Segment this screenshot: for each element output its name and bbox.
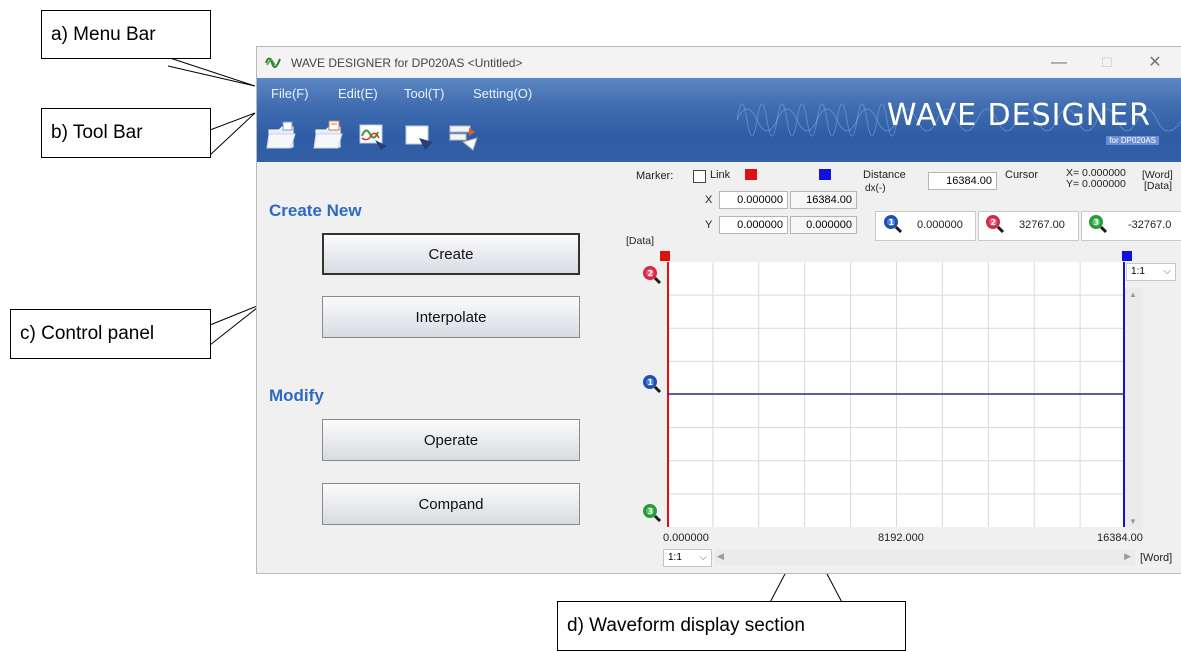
callout-waveform-text: d) Waveform display section: [567, 615, 805, 636]
modify-heading: Modify: [269, 386, 324, 405]
svg-text:2: 2: [648, 269, 654, 278]
create-new-heading: Create New: [269, 201, 362, 220]
svg-text:1: 1: [889, 218, 895, 227]
marker1-value: 0.000000: [917, 219, 963, 231]
scroll-right-icon[interactable]: ▶: [1124, 551, 1131, 562]
svg-text:3: 3: [1094, 218, 1100, 227]
y-row-label: Y: [705, 219, 713, 231]
app-icon: [265, 57, 281, 69]
maximize-button[interactable]: ☐: [1087, 51, 1127, 75]
link-checkbox[interactable]: [693, 170, 706, 183]
compand-button[interactable]: Compand: [322, 483, 580, 525]
x-blue-value[interactable]: 16384.00: [790, 191, 857, 209]
open-file-icon[interactable]: [312, 120, 346, 152]
app-logo-subtitle: for DP020AS: [1106, 136, 1159, 145]
x-axis-min: 0.000000: [663, 532, 709, 544]
export-icon[interactable]: [403, 120, 437, 152]
blue-marker-handle[interactable]: [1122, 251, 1132, 261]
x-axis-max: 16384.00: [1097, 532, 1143, 544]
vertical-scrollbar[interactable]: ▲ ▼: [1125, 288, 1143, 530]
callout-menu-bar-text: a) Menu Bar: [51, 23, 156, 45]
distance-label: Distance: [863, 169, 906, 181]
svg-text:2: 2: [991, 218, 997, 227]
scroll-left-icon[interactable]: ◀: [717, 551, 724, 562]
distance-value: 16384.00: [928, 172, 997, 190]
menu-setting[interactable]: Setting(O): [473, 86, 532, 101]
y-zoom-value: 1:1: [1131, 266, 1145, 277]
callout-waveform-section: d) Waveform display section: [557, 601, 906, 651]
y-blue-value[interactable]: 0.000000: [790, 216, 857, 234]
create-button[interactable]: Create: [322, 233, 580, 275]
marker3-value: -32767.0: [1128, 219, 1172, 231]
waveform-plot[interactable]: [667, 262, 1126, 527]
red-magnifier-2-marker-icon[interactable]: 2: [640, 264, 662, 286]
menu-file[interactable]: File(F): [271, 86, 309, 101]
minimize-button[interactable]: —: [1039, 51, 1079, 75]
menu-and-toolbar-banner: File(F) Edit(E) Tool(T) Setting(O) WAVE …: [257, 78, 1181, 162]
svg-text:3: 3: [648, 507, 654, 516]
x-row-label: X: [705, 194, 713, 206]
marker2-value: 32767.00: [1019, 219, 1065, 231]
blue-marker-swatch[interactable]: [819, 169, 831, 180]
scroll-down-icon[interactable]: ▼: [1129, 517, 1137, 526]
window-title: WAVE DESIGNER for DP020AS <Untitled>: [291, 56, 523, 70]
y-zoom-select[interactable]: 1:1 ⌵: [1126, 263, 1176, 281]
dx-label: dx(-): [865, 183, 886, 194]
callout-menu-bar: a) Menu Bar: [41, 10, 211, 59]
callout-tool-bar: b) Tool Bar: [41, 108, 211, 158]
title-bar: WAVE DESIGNER for DP020AS <Untitled> — ☐…: [257, 47, 1181, 78]
scroll-up-icon[interactable]: ▲: [1129, 290, 1137, 299]
green-magnifier-3-marker-icon[interactable]: 3: [640, 502, 662, 524]
svg-text:1: 1: [648, 378, 654, 387]
red-marker-swatch[interactable]: [745, 169, 757, 180]
app-logo: WAVE DESIGNER: [886, 98, 1151, 133]
x-axis-mid: 8192.000: [878, 532, 924, 544]
waveform-edit-icon[interactable]: [357, 120, 391, 152]
callout-control-panel-text: c) Control panel: [20, 323, 155, 344]
operate-button[interactable]: Operate: [322, 419, 580, 461]
blue-magnifier-1-marker-icon[interactable]: 1: [640, 373, 662, 395]
cursor-y: Y= 0.000000: [1066, 178, 1126, 190]
red-magnifier-2-icon[interactable]: 2: [983, 213, 1005, 235]
x-red-value[interactable]: 0.000000: [719, 191, 788, 209]
cursor-y-unit: [Data]: [1144, 180, 1173, 192]
y-axis-unit: [Data]: [626, 235, 655, 247]
red-marker-handle[interactable]: [660, 251, 670, 261]
close-button[interactable]: ✕: [1135, 51, 1175, 75]
callout-control-panel: c) Control panel: [10, 309, 211, 359]
x-axis-unit: [Word]: [1140, 552, 1173, 564]
y-red-value[interactable]: 0.000000: [719, 216, 788, 234]
link-label: Link: [710, 169, 731, 181]
horizontal-scrollbar[interactable]: ◀ ▶: [715, 549, 1135, 565]
marker-label: Marker:: [636, 170, 674, 182]
x-zoom-value: 1:1: [668, 552, 682, 563]
y-zoom-chevron-icon: ⌵: [1163, 266, 1171, 277]
menu-edit[interactable]: Edit(E): [338, 86, 378, 101]
blue-magnifier-1-icon[interactable]: 1: [881, 213, 903, 235]
callout-tool-bar-text: b) Tool Bar: [51, 122, 143, 143]
x-zoom-chevron-icon: ⌵: [699, 552, 707, 563]
interpolate-button[interactable]: Interpolate: [322, 296, 580, 338]
x-zoom-select[interactable]: 1:1 ⌵: [663, 549, 712, 567]
transfer-icon[interactable]: [447, 120, 481, 152]
cursor-label: Cursor: [1005, 169, 1039, 181]
new-file-icon[interactable]: [265, 120, 299, 152]
menu-tool[interactable]: Tool(T): [404, 86, 444, 101]
green-magnifier-3-icon[interactable]: 3: [1086, 213, 1108, 235]
